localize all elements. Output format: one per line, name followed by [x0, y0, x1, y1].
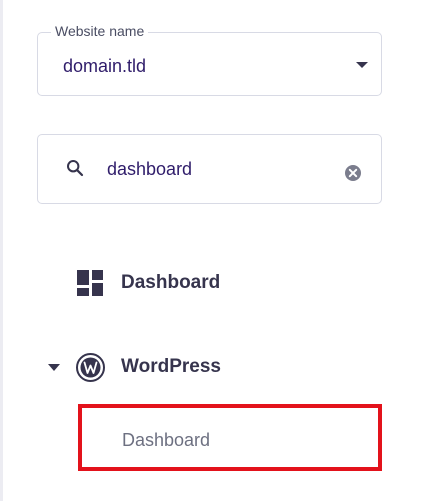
search-icon	[67, 160, 84, 177]
sidebar-item-wordpress[interactable]: WordPress	[45, 350, 295, 384]
website-name-select[interactable]: Website name domain.tld	[37, 21, 382, 96]
chevron-down-icon[interactable]	[356, 62, 368, 68]
sidebar-subitem-dashboard[interactable]: Dashboard	[78, 404, 382, 471]
sidebar-item-label: Dashboard	[121, 272, 221, 293]
clear-icon[interactable]	[344, 164, 362, 182]
caret-down-icon[interactable]	[48, 364, 60, 371]
search-field[interactable]	[37, 134, 382, 204]
search-input[interactable]	[107, 156, 327, 182]
dashboard-grid-icon	[77, 270, 103, 296]
sidebar-divider	[0, 0, 3, 501]
sidebar-subitem-label: Dashboard	[122, 430, 211, 450]
wordpress-icon	[76, 353, 105, 382]
sidebar-item-dashboard[interactable]: Dashboard	[75, 266, 275, 300]
sidebar-item-label: WordPress	[121, 356, 221, 377]
website-name-label: Website name	[51, 21, 149, 41]
website-name-value: domain.tld	[63, 56, 147, 76]
